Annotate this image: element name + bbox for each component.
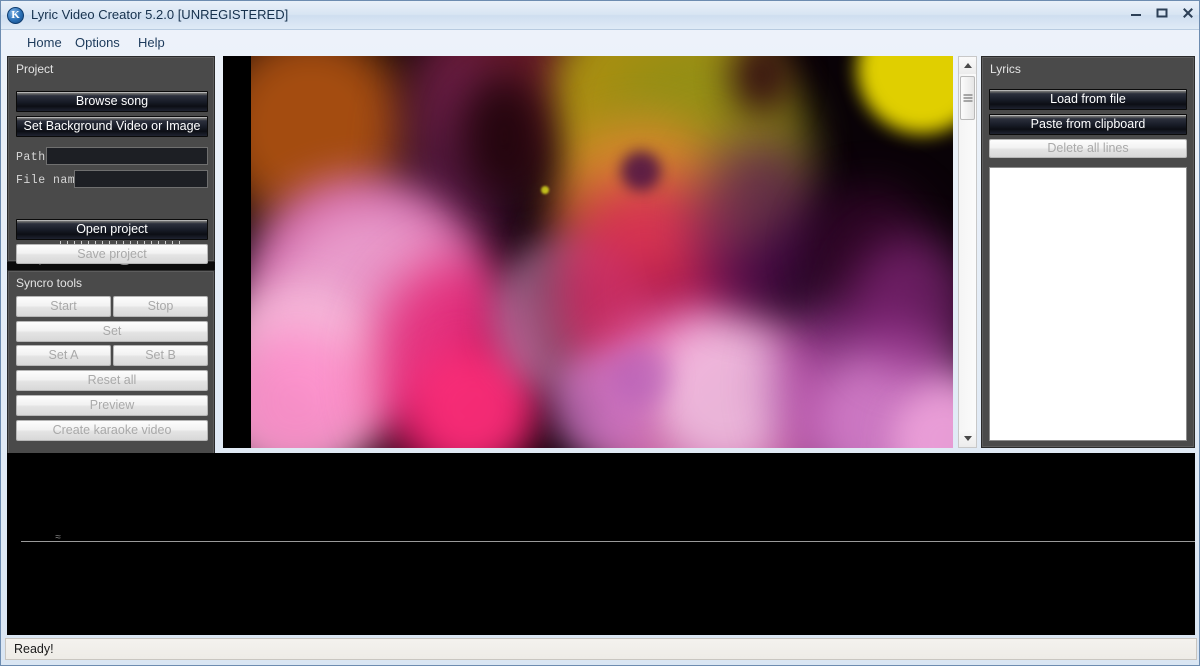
stop-button[interactable]: Stop [113,296,208,317]
title-bar: K Lyric Video Creator 5.2.0 [UNREGISTERE… [1,1,1199,30]
menu-item-help[interactable]: Help [132,34,171,52]
lyrics-groupbox: Lyrics Load from file Paste from clipboa… [981,56,1195,448]
file-name-input[interactable] [74,170,208,188]
path-input[interactable] [46,147,208,165]
delete-all-lines-button[interactable]: Delete all lines [989,139,1187,158]
window-title: Lyric Video Creator 5.2.0 [UNREGISTERED] [31,7,289,22]
scroll-up-button[interactable] [959,57,976,74]
project-groupbox: Project Browse song Set Background Video… [7,56,215,265]
grip-icon [963,94,972,102]
browse-song-button[interactable]: Browse song [16,91,208,112]
path-label: Path [16,151,46,164]
set-a-button[interactable]: Set A [16,345,111,366]
chevron-down-icon [963,436,972,441]
menu-bar: Home Options Help [1,30,1199,55]
syncro-tools-groupbox: Syncro tools Start Stop Set Set A Set B … [7,270,215,455]
preview-button[interactable]: Preview [16,395,208,416]
waveform-baseline [21,541,1195,542]
reset-all-button[interactable]: Reset all [16,370,208,391]
lyrics-list[interactable] [989,167,1187,441]
open-project-button[interactable]: Open project [16,219,208,240]
close-button[interactable] [1175,4,1199,22]
scroll-down-button[interactable] [959,430,976,447]
file-name-label: File name [16,174,83,187]
menu-item-home[interactable]: Home [21,34,68,52]
lyrics-groupbox-title: Lyrics [990,62,1021,76]
left-panel: Project Browse song Set Background Video… [7,56,215,455]
video-preview-area[interactable] [223,56,953,448]
menu-item-options[interactable]: Options [69,34,126,52]
set-b-button[interactable]: Set B [113,345,208,366]
project-groupbox-title: Project [16,62,54,76]
syncro-tools-groupbox-title: Syncro tools [16,276,83,290]
maximize-icon [1156,8,1168,18]
load-from-file-button[interactable]: Load from file [989,89,1187,110]
paste-from-clipboard-button[interactable]: Paste from clipboard [989,114,1187,135]
maximize-button[interactable] [1149,4,1175,22]
chevron-up-icon [963,63,972,68]
status-bar: Ready! [5,638,1197,660]
preview-vertical-scrollbar[interactable] [958,56,977,448]
application-window: K Lyric Video Creator 5.2.0 [UNREGISTERE… [0,0,1200,666]
waveform-timeline-area[interactable]: ≈ - 1:1 + 75% [7,453,1195,635]
save-project-button[interactable]: Save project [16,244,208,264]
minimize-button[interactable] [1123,4,1149,22]
app-icon: K [7,7,24,24]
status-text: Ready! [14,642,54,656]
waveform-start-marker: ≈ [55,533,62,544]
bokeh-background-image [251,56,953,448]
start-button[interactable]: Start [16,296,111,317]
right-panel: Lyrics Load from file Paste from clipboa… [981,56,1195,448]
set-background-button[interactable]: Set Background Video or Image [16,116,208,137]
create-karaoke-video-button[interactable]: Create karaoke video [16,420,208,441]
close-icon [1182,7,1194,19]
minimize-icon [1131,13,1141,16]
scrollbar-thumb[interactable] [960,76,975,120]
set-button[interactable]: Set [16,321,208,342]
